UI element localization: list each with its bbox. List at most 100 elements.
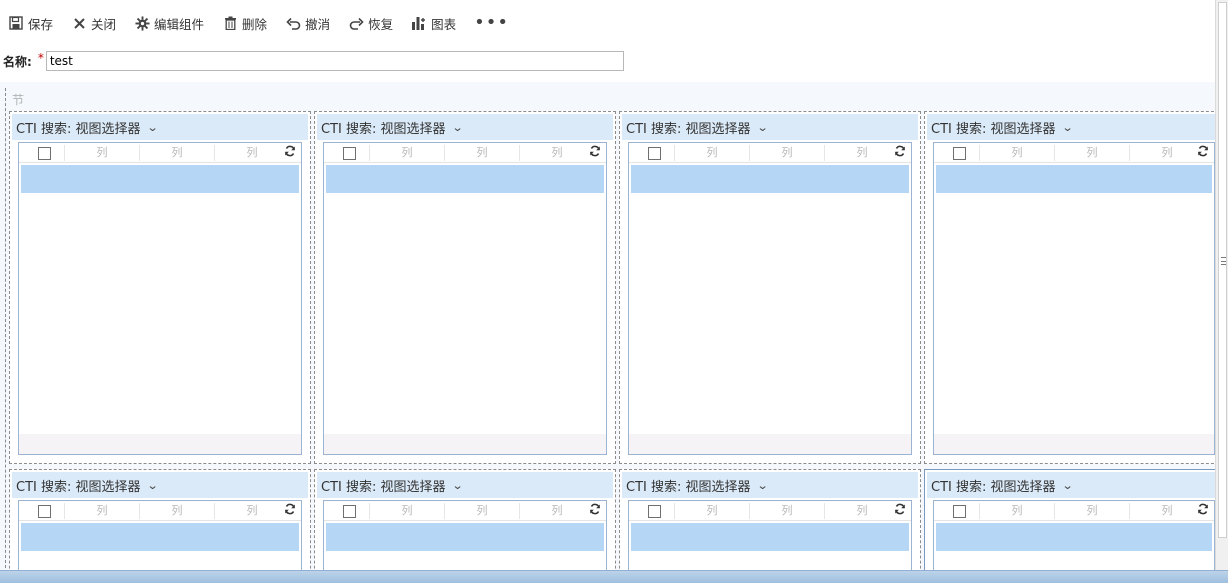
grid-row-selected[interactable] <box>631 165 909 193</box>
column-header[interactable]: 列 <box>979 503 1054 519</box>
section-border <box>5 88 6 568</box>
chevron-down-icon[interactable]: ⌄ <box>451 121 463 134</box>
grid-header: 列 列 列 <box>629 143 911 163</box>
grid-row-selected[interactable] <box>21 165 299 193</box>
column-header[interactable]: 列 <box>64 145 139 161</box>
view-selector-component[interactable]: CTI 搜索: 视图选择器 ⌄ 列 列 列 <box>619 111 921 464</box>
edit-component-button[interactable]: 编辑组件 <box>134 10 204 36</box>
select-all-checkbox[interactable] <box>38 147 51 160</box>
column-header[interactable]: 列 <box>139 145 214 161</box>
column-header[interactable]: 列 <box>519 503 594 519</box>
delete-button[interactable]: 删除 <box>222 10 267 36</box>
chevron-down-icon[interactable]: ⌄ <box>451 479 463 492</box>
select-all-checkbox[interactable] <box>953 147 966 160</box>
view-selector-component[interactable]: CTI 搜索: 视图选择器 ⌄ 列 列 列 <box>9 469 311 583</box>
column-header[interactable]: 列 <box>1129 503 1204 519</box>
refresh-icon[interactable] <box>894 503 908 517</box>
grid-footer <box>19 434 301 454</box>
select-all-checkbox[interactable] <box>953 505 966 518</box>
component-header[interactable]: CTI 搜索: 视图选择器 ⌄ <box>622 472 918 498</box>
column-header[interactable]: 列 <box>674 145 749 161</box>
grid-control: 列 列 列 <box>323 500 607 580</box>
select-all-checkbox[interactable] <box>38 505 51 518</box>
chevron-down-icon[interactable]: ⌄ <box>756 479 768 492</box>
column-header[interactable]: 列 <box>214 503 289 519</box>
chevron-down-icon[interactable]: ⌄ <box>1061 479 1073 492</box>
refresh-icon[interactable] <box>284 145 298 159</box>
column-header[interactable]: 列 <box>674 503 749 519</box>
column-header[interactable]: 列 <box>749 503 824 519</box>
column-header[interactable]: 列 <box>979 145 1054 161</box>
refresh-icon[interactable] <box>284 503 298 517</box>
name-input[interactable] <box>45 51 624 71</box>
redo-button[interactable]: 恢复 <box>348 10 393 36</box>
edit-component-label: 编辑组件 <box>154 16 205 32</box>
grid-row-selected[interactable] <box>21 523 299 551</box>
grid-footer <box>324 434 606 454</box>
chart-label: 图表 <box>431 16 457 32</box>
close-button[interactable]: 关闭 <box>71 10 116 36</box>
refresh-icon[interactable] <box>589 145 603 159</box>
column-header[interactable]: 列 <box>444 145 519 161</box>
chevron-down-icon[interactable]: ⌄ <box>146 479 158 492</box>
column-header[interactable]: 列 <box>444 503 519 519</box>
component-header[interactable]: CTI 搜索: 视图选择器 ⌄ <box>317 472 613 498</box>
column-header[interactable]: 列 <box>214 145 289 161</box>
component-header[interactable]: CTI 搜索: 视图选择器 ⌄ <box>927 472 1221 498</box>
view-selector-component[interactable]: CTI 搜索: 视图选择器 ⌄ 列 列 列 <box>314 469 616 583</box>
undo-label: 撤消 <box>305 16 331 32</box>
component-title: CTI 搜索: 视图选择器 <box>626 479 751 495</box>
refresh-icon[interactable] <box>1197 503 1211 517</box>
grid-row-selected[interactable] <box>936 165 1212 193</box>
grid-row-selected[interactable] <box>631 523 909 551</box>
chevron-down-icon[interactable]: ⌄ <box>1061 121 1073 134</box>
column-header[interactable]: 列 <box>1054 503 1129 519</box>
grid-row-selected[interactable] <box>326 165 604 193</box>
component-header[interactable]: CTI 搜索: 视图选择器 ⌄ <box>927 114 1221 140</box>
select-all-checkbox[interactable] <box>343 505 356 518</box>
undo-icon <box>285 15 301 31</box>
select-all-checkbox[interactable] <box>648 147 661 160</box>
undo-button[interactable]: 撤消 <box>285 10 330 36</box>
select-all-checkbox[interactable] <box>648 505 661 518</box>
refresh-icon[interactable] <box>589 503 603 517</box>
close-label: 关闭 <box>91 16 117 32</box>
grid-row-selected[interactable] <box>326 523 604 551</box>
status-bar <box>0 570 1228 583</box>
component-header[interactable]: CTI 搜索: 视图选择器 ⌄ <box>622 114 918 140</box>
column-header[interactable]: 列 <box>1129 145 1204 161</box>
component-header[interactable]: CTI 搜索: 视图选择器 ⌄ <box>317 114 613 140</box>
component-header[interactable]: CTI 搜索: 视图选择器 ⌄ <box>12 114 308 140</box>
grid-header: 列 列 列 <box>934 501 1214 521</box>
view-selector-component[interactable]: CTI 搜索: 视图选择器 ⌄ 列 列 列 <box>619 469 921 583</box>
grid-header: 列 列 列 <box>19 501 301 521</box>
view-selector-component[interactable]: CTI 搜索: 视图选择器 ⌄ 列 列 列 <box>924 469 1224 583</box>
view-selector-component[interactable]: CTI 搜索: 视图选择器 ⌄ 列 列 列 <box>924 111 1224 464</box>
chevron-down-icon[interactable]: ⌄ <box>756 121 768 134</box>
column-header[interactable]: 列 <box>1054 145 1129 161</box>
more-commands-button[interactable]: ••• <box>474 10 509 36</box>
refresh-icon[interactable] <box>894 145 908 159</box>
column-header[interactable]: 列 <box>369 145 444 161</box>
view-selector-component[interactable]: CTI 搜索: 视图选择器 ⌄ 列 列 列 <box>9 111 311 464</box>
chevron-down-icon[interactable]: ⌄ <box>146 121 158 134</box>
grid-control: 列 列 列 <box>18 142 302 455</box>
chart-button[interactable]: 图表 <box>411 10 456 36</box>
vertical-scrollbar[interactable] <box>1215 0 1228 570</box>
column-header[interactable]: 列 <box>519 145 594 161</box>
save-button[interactable]: 保存 <box>8 10 53 36</box>
scrollbar-thumb[interactable] <box>1218 2 1227 538</box>
column-header[interactable]: 列 <box>369 503 444 519</box>
column-header[interactable]: 列 <box>824 503 899 519</box>
column-header[interactable]: 列 <box>139 503 214 519</box>
column-header[interactable]: 列 <box>64 503 139 519</box>
section-label: 节 <box>12 93 25 107</box>
grid-row-selected[interactable] <box>936 523 1212 551</box>
select-all-checkbox[interactable] <box>343 147 356 160</box>
column-header[interactable]: 列 <box>824 145 899 161</box>
chart-icon <box>411 15 427 31</box>
component-header[interactable]: CTI 搜索: 视图选择器 ⌄ <box>12 472 308 498</box>
column-header[interactable]: 列 <box>749 145 824 161</box>
refresh-icon[interactable] <box>1197 145 1211 159</box>
view-selector-component[interactable]: CTI 搜索: 视图选择器 ⌄ 列 列 列 <box>314 111 616 464</box>
